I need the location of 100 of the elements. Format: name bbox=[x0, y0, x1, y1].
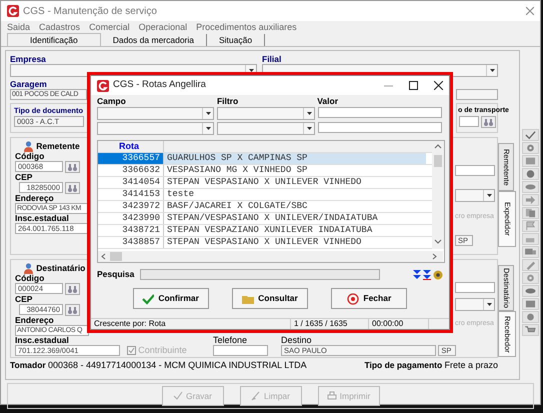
field-label: Endereço bbox=[15, 316, 54, 325]
check-icon[interactable] bbox=[522, 129, 539, 141]
caret-icon bbox=[486, 303, 492, 306]
field-input[interactable] bbox=[455, 282, 495, 293]
logo-icon bbox=[7, 5, 19, 17]
check-icon bbox=[142, 292, 154, 304]
field-label: Empresa bbox=[10, 54, 46, 64]
binoculars-icon bbox=[68, 306, 78, 314]
caret-icon bbox=[486, 194, 492, 197]
binoculars-button[interactable] bbox=[65, 304, 80, 316]
broom-icon bbox=[251, 391, 261, 401]
table-cell[interactable]: 3366632 bbox=[98, 165, 164, 176]
arrow-down-icon[interactable] bbox=[422, 270, 431, 280]
caret-icon bbox=[490, 69, 494, 72]
menu-item[interactable]: Operacional bbox=[138, 20, 188, 34]
table-cell[interactable]: STEPAN VESPASIANO X UNILEVER VINHEDO bbox=[164, 177, 426, 188]
pencil-icon[interactable] bbox=[522, 259, 539, 271]
cart-icon[interactable] bbox=[522, 324, 539, 336]
table-cell[interactable]: VESPASIANO MG X VINHEDO SP bbox=[164, 165, 426, 176]
close-icon[interactable] bbox=[434, 81, 443, 90]
scrollbar-icon[interactable] bbox=[98, 251, 443, 262]
leaf-icon[interactable] bbox=[522, 285, 539, 297]
dialog-button[interactable]: Fechar bbox=[331, 288, 408, 309]
column-header: Valor bbox=[317, 97, 338, 106]
dialog-button[interactable]: Consultar bbox=[232, 288, 308, 309]
table-cell[interactable]: BASF/JACAREI X COLGATE/SBC bbox=[164, 201, 426, 212]
truck-icon[interactable] bbox=[522, 246, 539, 258]
maximize-icon[interactable] bbox=[409, 81, 418, 90]
payment-type-text: Frete a prazo bbox=[444, 358, 498, 372]
person-icon bbox=[23, 140, 34, 152]
filter-select[interactable] bbox=[217, 122, 315, 135]
routes-dialog[interactable] bbox=[87, 72, 453, 333]
table-cell[interactable]: 3438721 bbox=[98, 225, 164, 236]
field-select[interactable] bbox=[455, 189, 495, 202]
menu-item[interactable]: Procedimentos auxiliares bbox=[196, 20, 297, 34]
binoculars-icon bbox=[68, 164, 78, 170]
table-cell[interactable]: 3414054 bbox=[98, 177, 164, 188]
table-cell[interactable]: STEPAN/VESPASIANO X UNILEVER/INDAIATUBA bbox=[164, 213, 426, 224]
table-cell[interactable]: STEPAN VESPAZIANO XUNILEVER INDAIATUBA bbox=[164, 225, 426, 236]
table-cell[interactable]: GUARULHOS SP X CAMPINAS SP bbox=[164, 153, 426, 164]
table-cell[interactable]: STEPAN VESPASIANO X UNILEVER VINHEDO bbox=[164, 237, 426, 248]
field-label: Filial bbox=[262, 54, 282, 64]
binoculars-button[interactable] bbox=[65, 182, 80, 194]
tab[interactable]: Situação bbox=[207, 34, 266, 46]
binoculars-button[interactable] bbox=[65, 161, 80, 173]
table-cell[interactable]: 3366557 bbox=[98, 153, 164, 164]
search-field[interactable] bbox=[140, 269, 380, 280]
status-text: 1 / 1635 / 1635 bbox=[291, 319, 369, 329]
field-label: Endereço bbox=[15, 194, 54, 203]
field-label: CEP bbox=[15, 295, 32, 304]
field-select[interactable] bbox=[97, 122, 214, 135]
person-icon bbox=[23, 262, 34, 274]
caret-icon bbox=[306, 127, 312, 130]
transport-field[interactable] bbox=[458, 116, 479, 127]
table-cell[interactable]: 3414153 bbox=[98, 189, 164, 200]
table-cell[interactable]: 3438857 bbox=[98, 237, 164, 248]
binoculars-button[interactable] bbox=[481, 116, 496, 128]
documents-icon[interactable] bbox=[522, 207, 539, 219]
field-input[interactable] bbox=[455, 165, 495, 176]
status-text: Crescente por: Rota bbox=[91, 319, 291, 329]
dialog-title: CGS - Rotas Angellira bbox=[113, 78, 206, 92]
field-label: Código bbox=[15, 152, 44, 161]
field-select[interactable] bbox=[97, 107, 214, 120]
table-cell[interactable]: 3423990 bbox=[98, 213, 164, 224]
field-label: CEP bbox=[15, 173, 32, 182]
arrow-down-icon[interactable] bbox=[412, 270, 420, 280]
close-icon bbox=[347, 292, 360, 304]
binoculars-icon bbox=[68, 286, 78, 292]
menu-item[interactable]: Comercial bbox=[89, 20, 130, 34]
field-select[interactable] bbox=[455, 298, 495, 311]
card-icon[interactable] bbox=[522, 155, 539, 167]
caret-icon bbox=[306, 112, 312, 115]
field-label: Garagem bbox=[10, 79, 47, 89]
binoculars-button[interactable] bbox=[65, 283, 80, 295]
table-cell[interactable]: teste bbox=[164, 189, 426, 200]
field-label: Tomador bbox=[10, 361, 46, 370]
field-label: Telefone bbox=[213, 336, 248, 345]
tab[interactable]: Dados da mercadoria bbox=[100, 34, 207, 46]
flag-icon[interactable] bbox=[522, 220, 539, 232]
field-label: Destino bbox=[281, 336, 313, 345]
phone-field[interactable] bbox=[213, 345, 268, 356]
field-input[interactable] bbox=[456, 89, 498, 100]
dialog-button[interactable]: Confirmar bbox=[132, 288, 209, 309]
payer-text: 000368 - 44917714000134 - MCM QUIMICA INDUSTRIAL LTDA bbox=[48, 358, 307, 372]
caret-icon bbox=[206, 112, 210, 115]
binoculars-icon bbox=[484, 118, 493, 126]
value-field[interactable] bbox=[318, 122, 442, 133]
menu-item[interactable]: Saida bbox=[7, 20, 30, 34]
status-text: 00:00:00 bbox=[369, 319, 429, 329]
scrollbar-icon[interactable] bbox=[432, 141, 444, 249]
menu-item[interactable]: Cadastros bbox=[39, 20, 80, 34]
value-field[interactable] bbox=[318, 107, 442, 118]
column-header: Campo bbox=[97, 97, 126, 106]
filter-select[interactable] bbox=[217, 107, 315, 120]
column-header: Rota bbox=[98, 141, 164, 152]
leaf-icon[interactable] bbox=[522, 181, 539, 193]
table-cell[interactable]: 3423972 bbox=[98, 201, 164, 212]
field-label: Código bbox=[15, 274, 44, 283]
tab[interactable]: Identificação bbox=[7, 33, 101, 46]
printer-icon bbox=[326, 391, 337, 401]
